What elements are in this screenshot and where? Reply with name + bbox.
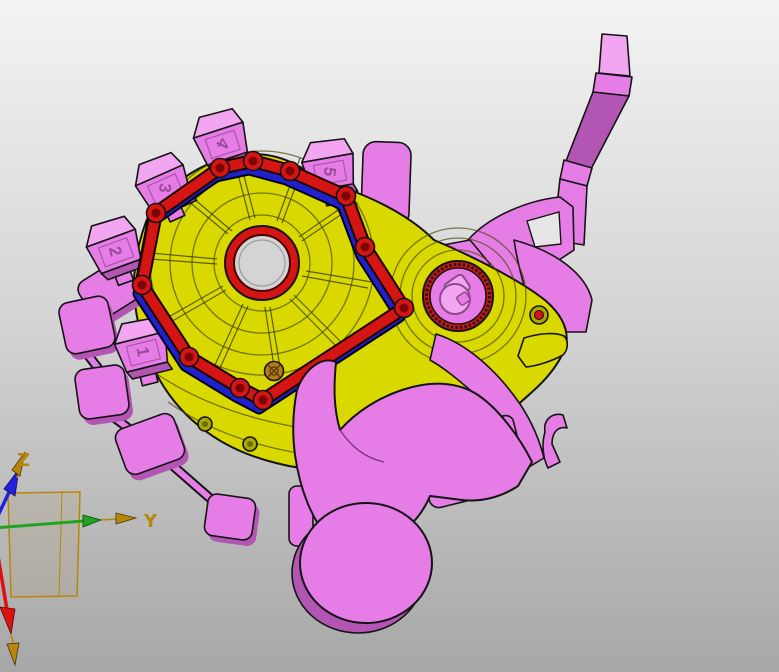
center-bore-hole <box>234 235 290 291</box>
axis-y-label: Y <box>143 511 158 532</box>
arm-top-segment[interactable] <box>599 34 630 76</box>
side-bore-cap[interactable] <box>423 261 493 331</box>
model-scene[interactable]: 1 2 3 4 <box>0 0 779 672</box>
output-disc[interactable] <box>300 503 432 623</box>
side-bolt-hole <box>535 311 544 320</box>
axis-z-label: Z <box>17 450 30 471</box>
center-bore-seal[interactable] <box>225 226 299 300</box>
sketch-plane[interactable] <box>8 492 80 597</box>
marker-number: 3 <box>155 183 175 194</box>
drain-plug[interactable] <box>265 362 284 381</box>
cad-viewport[interactable]: 1 2 3 4 <box>0 0 779 672</box>
chain-pad[interactable] <box>74 364 134 426</box>
chain-pad[interactable] <box>203 493 260 547</box>
